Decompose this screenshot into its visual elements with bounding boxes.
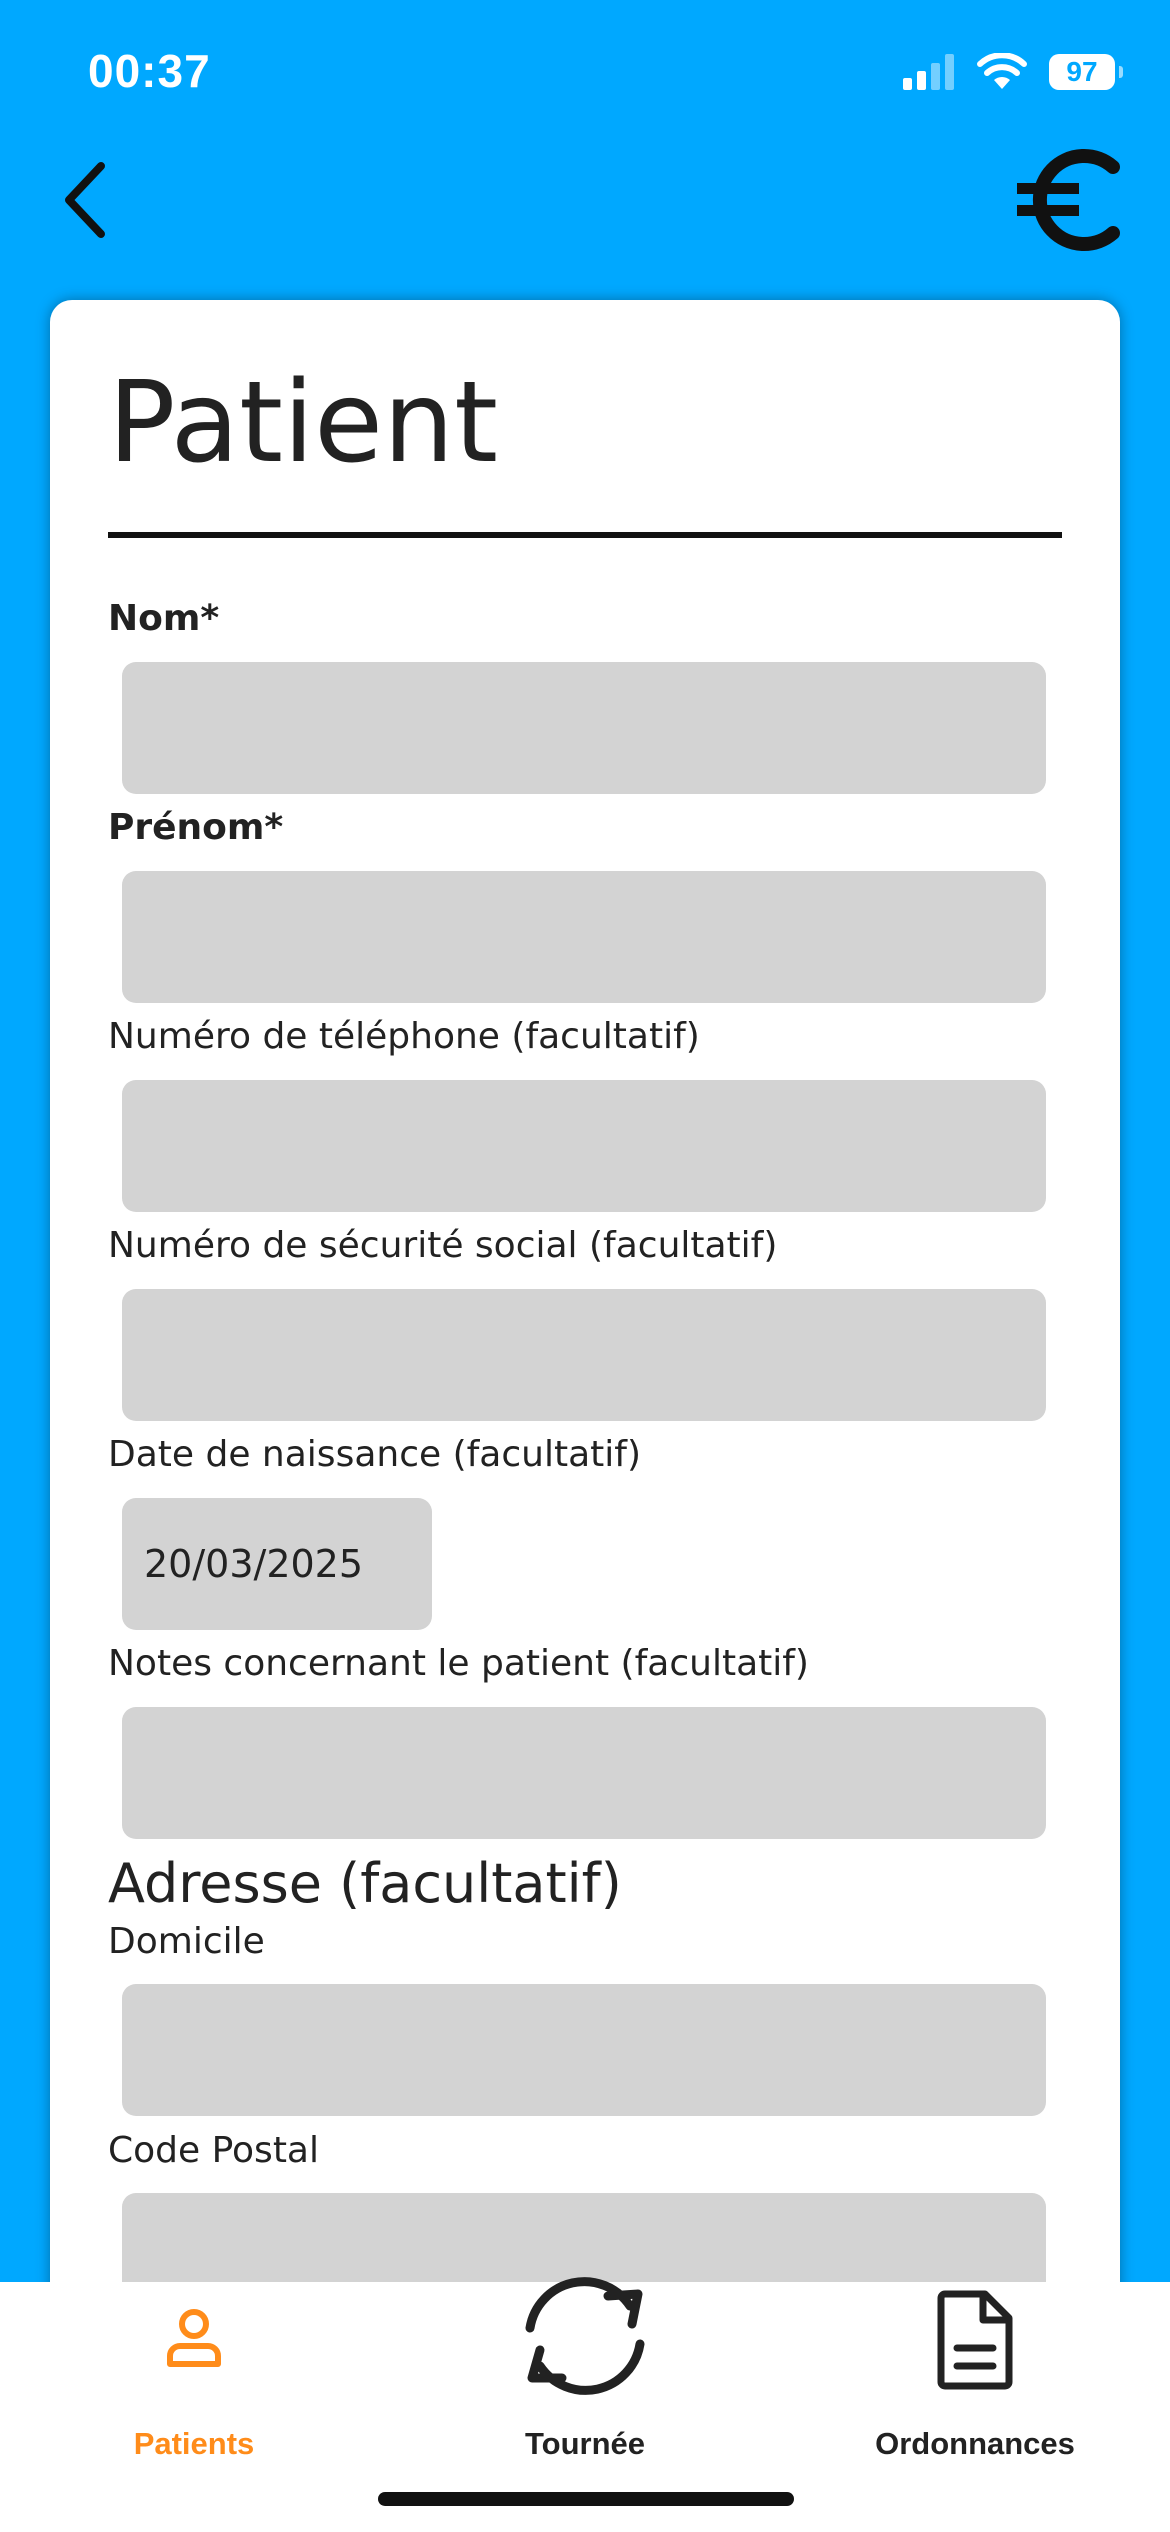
code-postal-label: Code Postal [108, 2130, 319, 2171]
notes-label: Notes concernant le patient (facultatif) [108, 1643, 809, 1684]
tab-ordonnances[interactable]: Ordonnances [855, 2282, 1095, 2462]
nom-label: Nom* [108, 598, 220, 639]
screen: 00:37 97 Patient Nom* Prénom* Numéro de … [0, 0, 1170, 2532]
tab-tournee-label: Tournée [525, 2426, 645, 2461]
battery-icon: 97 [1049, 54, 1123, 90]
page-title: Patient [108, 358, 498, 488]
status-time: 00:37 [88, 45, 211, 97]
domicile-input[interactable] [122, 1984, 1046, 2116]
telephone-label: Numéro de téléphone (facultatif) [108, 1016, 700, 1057]
prenom-label: Prénom* [108, 807, 284, 848]
prenom-input[interactable] [122, 871, 1046, 1003]
wifi-icon [977, 53, 1027, 89]
date-naissance-label: Date de naissance (facultatif) [108, 1434, 641, 1475]
tab-patients-label: Patients [133, 2426, 255, 2461]
tab-ordonnances-label: Ordonnances [875, 2426, 1075, 2461]
battery-level: 97 [1066, 56, 1098, 87]
signal-icon [903, 54, 954, 90]
telephone-input[interactable] [122, 1080, 1046, 1212]
notes-input[interactable] [122, 1707, 1046, 1839]
securite-sociale-input[interactable] [122, 1289, 1046, 1421]
status-icons: 97 [903, 50, 1123, 94]
home-indicator [378, 2492, 794, 2506]
address-heading: Adresse (facultatif) [108, 1852, 622, 1915]
billing-button[interactable] [1010, 140, 1130, 260]
tab-patients[interactable]: Patients [94, 2282, 294, 2462]
refresh-icon [525, 2277, 645, 2395]
document-icon [937, 2290, 1013, 2390]
title-divider [108, 532, 1062, 538]
date-naissance-value: 20/03/2025 [144, 1542, 364, 1586]
date-naissance-input[interactable]: 20/03/2025 [122, 1498, 432, 1630]
back-button[interactable] [50, 150, 120, 250]
person-icon [167, 2309, 221, 2367]
euro-icon [1017, 149, 1120, 251]
patient-form-card: Patient Nom* Prénom* Numéro de téléphone… [50, 300, 1120, 2400]
domicile-label: Domicile [108, 1921, 265, 1962]
nom-input[interactable] [122, 662, 1046, 794]
chevron-left-icon [65, 162, 105, 238]
securite-sociale-label: Numéro de sécurité social (facultatif) [108, 1225, 778, 1266]
tab-tournee[interactable]: Tournée [485, 2277, 685, 2462]
